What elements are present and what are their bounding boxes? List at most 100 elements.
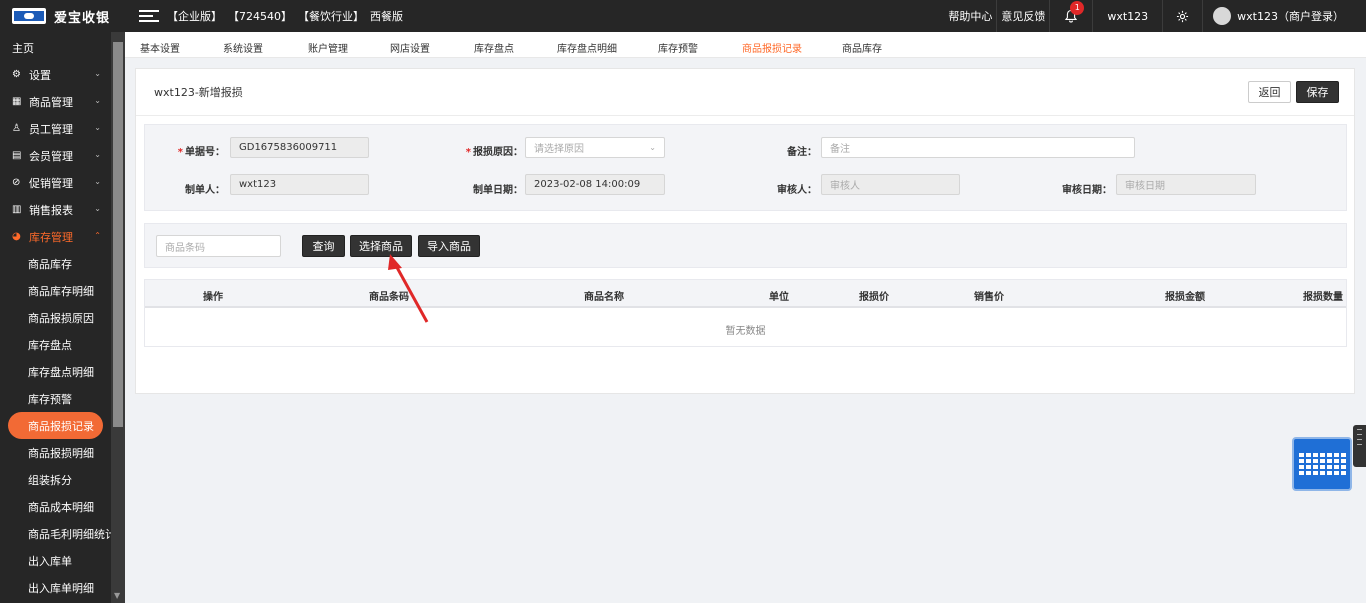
pie-chart-icon: ◕ bbox=[12, 231, 21, 242]
scroll-down-arrow-icon[interactable]: ▼ bbox=[114, 591, 120, 600]
scrollbar-thumb[interactable] bbox=[113, 42, 123, 427]
bar-chart-icon: ▥ bbox=[12, 204, 22, 215]
side-drawer-handle[interactable] bbox=[1353, 425, 1366, 467]
creator-field[interactable]: wxt123 bbox=[230, 174, 369, 195]
sidebar-item-home[interactable]: 主页 bbox=[0, 34, 111, 61]
tab-damage-records[interactable]: 商品报损记录 bbox=[742, 40, 802, 55]
user-icon: ♙ bbox=[12, 123, 21, 134]
sidebar-scrollbar[interactable]: ▼ bbox=[111, 32, 125, 603]
column-header: 商品名称 bbox=[584, 292, 624, 303]
sidebar-subitem[interactable]: 库存盘点明细 bbox=[0, 358, 111, 385]
column-header: 报损数量 bbox=[1303, 292, 1343, 303]
tab-goods-inventory[interactable]: 商品库存 bbox=[842, 40, 882, 55]
remark-label: 备注： bbox=[787, 147, 817, 158]
check-circle-icon: ⊘ bbox=[12, 177, 21, 188]
sidebar-subitem[interactable]: 出入库单 bbox=[0, 547, 111, 574]
tab-online-store-settings[interactable]: 网店设置 bbox=[390, 40, 430, 55]
remark-field[interactable]: 备注 bbox=[821, 137, 1135, 158]
table-header: 操作 商品条码 商品名称 单位 报损价 销售价 报损金额 报损数量 bbox=[145, 280, 1346, 308]
top-right-actions: 帮助中心 意见反馈 1 wxt123 wxt123（商户登录） bbox=[940, 0, 1366, 32]
tab-system-settings[interactable]: 系统设置 bbox=[223, 40, 263, 55]
tab-basic-settings[interactable]: 基本设置 bbox=[140, 40, 180, 55]
sidebar-item-sales-report[interactable]: ▥ 销售报表 ⌄ bbox=[0, 196, 111, 223]
sidebar-item-label: 商品管理 bbox=[29, 95, 73, 109]
chevron-up-icon: ⌃ bbox=[94, 231, 101, 240]
edition-tags: 【企业版】 【724540】 【餐饮行业】 西餐版 bbox=[167, 8, 403, 24]
chevron-down-icon: ⌄ bbox=[94, 69, 101, 78]
sidebar-subitem[interactable]: 商品库存明细 bbox=[0, 277, 111, 304]
auditor-label: 审核人： bbox=[777, 185, 817, 196]
gear-icon bbox=[1177, 10, 1189, 22]
reason-label-text: 报损原因： bbox=[473, 147, 523, 158]
card-icon: ▤ bbox=[12, 150, 22, 161]
query-panel: 商品条码 查询 选择商品 导入商品 bbox=[144, 223, 1347, 268]
reason-select[interactable]: 请选择原因 ⌄ bbox=[525, 137, 665, 158]
brand-logo-icon bbox=[12, 8, 46, 24]
sidebar-subitem[interactable]: 商品报损原因 bbox=[0, 304, 111, 331]
notification-badge: 1 bbox=[1070, 1, 1085, 15]
sidebar-item-goods[interactable]: ▦ 商品管理 ⌄ bbox=[0, 88, 111, 115]
brand[interactable]: 爱宝收银 bbox=[0, 0, 125, 32]
sidebar-subitem[interactable]: 库存预警 bbox=[0, 385, 111, 412]
empty-state: 暂无数据 bbox=[725, 326, 766, 337]
gear-icon: ⚙ bbox=[12, 69, 21, 80]
barcode-search-input[interactable]: 商品条码 bbox=[156, 235, 281, 257]
grid-icon: ▦ bbox=[12, 96, 22, 107]
reason-label: * 报损原因： bbox=[463, 143, 523, 158]
sidebar-subitem[interactable]: 商品库存 bbox=[0, 250, 111, 277]
account-menu[interactable]: wxt123（商户登录） bbox=[1203, 0, 1366, 32]
top-bar: 爱宝收银 【企业版】 【724540】 【餐饮行业】 西餐版 帮助中心 意见反馈… bbox=[0, 0, 1366, 32]
tab-stocktake-detail[interactable]: 库存盘点明细 bbox=[557, 40, 617, 55]
chevron-down-icon: ⌄ bbox=[649, 143, 656, 152]
sidebar-subitem[interactable]: 出入库单明细 bbox=[0, 574, 111, 601]
required-mark: * bbox=[465, 147, 471, 158]
menu-toggle-icon[interactable] bbox=[139, 10, 159, 22]
sidebar-item-label: 设置 bbox=[29, 68, 51, 82]
sidebar-item-label: 会员管理 bbox=[29, 149, 73, 163]
help-center-link[interactable]: 帮助中心 bbox=[940, 0, 996, 32]
column-header: 销售价 bbox=[974, 292, 1004, 303]
sidebar-item-label: 促销管理 bbox=[29, 176, 73, 190]
sidebar-item-inventory[interactable]: ◕ 库存管理 ⌃ bbox=[0, 223, 111, 250]
chevron-down-icon: ⌄ bbox=[94, 96, 101, 105]
back-button[interactable]: 返回 bbox=[1248, 81, 1291, 103]
sidebar-item-label: 销售报表 bbox=[29, 203, 73, 217]
sidebar-item-label: 主页 bbox=[12, 41, 34, 55]
sidebar-subitem-active[interactable]: 商品报损记录 bbox=[8, 412, 103, 439]
settings-button[interactable] bbox=[1163, 0, 1202, 32]
sidebar-subitem[interactable]: 库存盘点 bbox=[0, 331, 111, 358]
search-button[interactable]: 查询 bbox=[302, 235, 345, 257]
date-field[interactable]: 2023-02-08 14:00:09 bbox=[525, 174, 665, 195]
creator-label: 制单人： bbox=[185, 185, 225, 196]
keyboard-icon[interactable] bbox=[1292, 437, 1352, 491]
doc-no-field[interactable]: GD1675836009711 bbox=[230, 137, 369, 158]
account-label: wxt123（商户登录） bbox=[1237, 10, 1344, 23]
chevron-down-icon: ⌄ bbox=[94, 204, 101, 213]
sidebar-subitem[interactable]: 商品成本明细 bbox=[0, 493, 111, 520]
sidebar-subitem[interactable]: 组装拆分 bbox=[0, 466, 111, 493]
app-name: 爱宝收银 bbox=[54, 10, 111, 26]
sidebar: 主页 ⚙ 设置 ⌄ ▦ 商品管理 ⌄ ♙ 员工管理 ⌄ ▤ 会员管理 ⌄ ⊘ 促… bbox=[0, 32, 125, 603]
tab-stocktake[interactable]: 库存盘点 bbox=[474, 40, 514, 55]
main-card: wxt123-新增报损 返回 保存 * 单据号： GD1675836009711 … bbox=[135, 68, 1355, 394]
sidebar-item-promotions[interactable]: ⊘ 促销管理 ⌄ bbox=[0, 169, 111, 196]
sidebar-item-staff[interactable]: ♙ 员工管理 ⌄ bbox=[0, 115, 111, 142]
red-arrow-annotation-icon bbox=[388, 254, 429, 323]
form-panel: * 单据号： GD1675836009711 * 报损原因： 请选择原因 ⌄ 备注：… bbox=[144, 124, 1347, 211]
column-header: 报损价 bbox=[859, 292, 889, 303]
audit-date-field[interactable]: 审核日期 bbox=[1116, 174, 1256, 195]
sidebar-item-label: 员工管理 bbox=[29, 122, 73, 136]
sidebar-subitem[interactable]: 商品报损明细 bbox=[0, 439, 111, 466]
auditor-field[interactable]: 审核人 bbox=[821, 174, 960, 195]
sidebar-item-members[interactable]: ▤ 会员管理 ⌄ bbox=[0, 142, 111, 169]
user-name[interactable]: wxt123 bbox=[1093, 0, 1162, 32]
sidebar-item-settings[interactable]: ⚙ 设置 ⌄ bbox=[0, 61, 111, 88]
save-button[interactable]: 保存 bbox=[1296, 81, 1339, 103]
tab-stock-alert[interactable]: 库存预警 bbox=[658, 40, 698, 55]
sidebar-subitem[interactable]: 商品毛利明细统计 bbox=[0, 520, 116, 547]
feedback-link[interactable]: 意见反馈 bbox=[997, 0, 1049, 32]
tab-account-management[interactable]: 账户管理 bbox=[308, 40, 348, 55]
notification-button[interactable]: 1 bbox=[1050, 0, 1092, 32]
avatar bbox=[1213, 7, 1232, 25]
industry-tag: 【餐饮行业】 bbox=[298, 10, 364, 23]
